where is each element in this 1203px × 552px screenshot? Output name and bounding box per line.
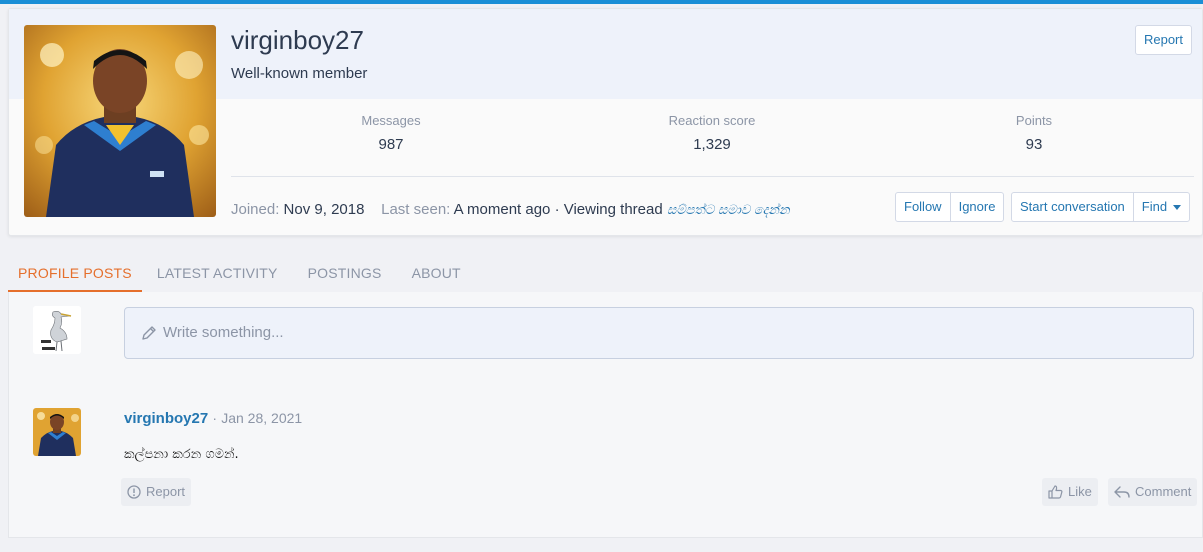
stat-value: 93 bbox=[1025, 136, 1043, 153]
pencil-icon bbox=[142, 326, 156, 340]
write-something-input[interactable]: Write something... bbox=[124, 307, 1194, 359]
find-button[interactable]: Find bbox=[1132, 193, 1189, 221]
post-date-link[interactable]: Jan 28, 2021 bbox=[221, 410, 302, 426]
member-header: virginboy27 Well-known member Report Mes… bbox=[8, 8, 1203, 236]
current-user-avatar[interactable] bbox=[33, 306, 81, 354]
joined-value: Nov 9, 2018 bbox=[283, 201, 365, 218]
post-report-button[interactable]: Report bbox=[121, 478, 192, 506]
like-label: Like bbox=[1068, 484, 1092, 499]
stat-value: 1,329 bbox=[693, 136, 731, 153]
report-label: Report bbox=[146, 484, 186, 499]
stat-reaction-score[interactable]: Reaction score 1,329 bbox=[552, 113, 872, 153]
joined-label: Joined: bbox=[231, 201, 280, 218]
post-author-avatar[interactable] bbox=[33, 408, 81, 456]
heron-avatar-image bbox=[33, 306, 81, 354]
last-seen-value: A moment ago · Viewing thread bbox=[453, 201, 663, 218]
tab-profile-posts[interactable]: PROFILE POSTS bbox=[8, 256, 142, 292]
thumbs-up-icon bbox=[1048, 485, 1063, 499]
tab-about[interactable]: ABOUT bbox=[402, 256, 471, 292]
member-activity-line: Joined: Nov 9, 2018 Last seen: A moment … bbox=[231, 201, 790, 218]
reply-icon bbox=[1114, 486, 1130, 498]
stat-label: Reaction score bbox=[668, 113, 756, 128]
post-body: කල්පනා කරන ගමන්. bbox=[124, 447, 239, 462]
stats-divider bbox=[231, 176, 1194, 177]
post-author-avatar-image bbox=[33, 408, 81, 456]
caret-down-icon bbox=[1173, 205, 1182, 211]
profile-posts-panel: Write something... virginboy27 · Jan 28,… bbox=[8, 292, 1203, 538]
stat-messages[interactable]: Messages 987 bbox=[231, 113, 551, 153]
post-comment-button[interactable]: Comment bbox=[1108, 478, 1198, 506]
post-header: virginboy27 · Jan 28, 2021 bbox=[124, 410, 302, 427]
follow-ignore-group: Follow Ignore bbox=[895, 192, 1005, 222]
last-seen-thread-link[interactable]: සම්පත්ට සමාව දෙන්න bbox=[667, 202, 790, 217]
start-conversation-button[interactable]: Start conversation bbox=[1012, 193, 1133, 221]
stat-label: Points bbox=[1015, 113, 1053, 128]
conversation-find-group: Start conversation Find bbox=[1011, 192, 1191, 222]
tab-latest-activity[interactable]: LATEST ACTIVITY bbox=[147, 256, 288, 292]
last-seen-label: Last seen: bbox=[381, 201, 451, 218]
post-author-link[interactable]: virginboy27 bbox=[124, 410, 208, 427]
tab-postings[interactable]: POSTINGS bbox=[298, 256, 392, 292]
stat-label: Messages bbox=[361, 113, 421, 128]
post-separator: · bbox=[212, 410, 218, 426]
member-username: virginboy27 bbox=[231, 25, 364, 55]
member-stats: Messages 987 Reaction score 1,329 Points… bbox=[231, 113, 1194, 173]
stat-value: 987 bbox=[378, 136, 404, 153]
report-member-button[interactable]: Report bbox=[1134, 25, 1192, 55]
ignore-button[interactable]: Ignore bbox=[949, 193, 1004, 221]
post-like-button[interactable]: Like bbox=[1042, 478, 1098, 506]
comment-label: Comment bbox=[1135, 484, 1192, 499]
find-label: Find bbox=[1141, 199, 1168, 214]
profile-tabs: PROFILE POSTS LATEST ACTIVITY POSTINGS A… bbox=[8, 256, 481, 292]
composer-placeholder: Write something... bbox=[163, 324, 284, 341]
alert-circle-icon bbox=[127, 485, 141, 499]
top-accent-bar bbox=[0, 0, 1203, 4]
member-title: Well-known member bbox=[231, 65, 368, 82]
member-avatar-image bbox=[24, 25, 216, 217]
stat-points[interactable]: Points 93 bbox=[874, 113, 1194, 153]
follow-button[interactable]: Follow bbox=[896, 193, 950, 221]
member-avatar[interactable] bbox=[24, 25, 216, 217]
